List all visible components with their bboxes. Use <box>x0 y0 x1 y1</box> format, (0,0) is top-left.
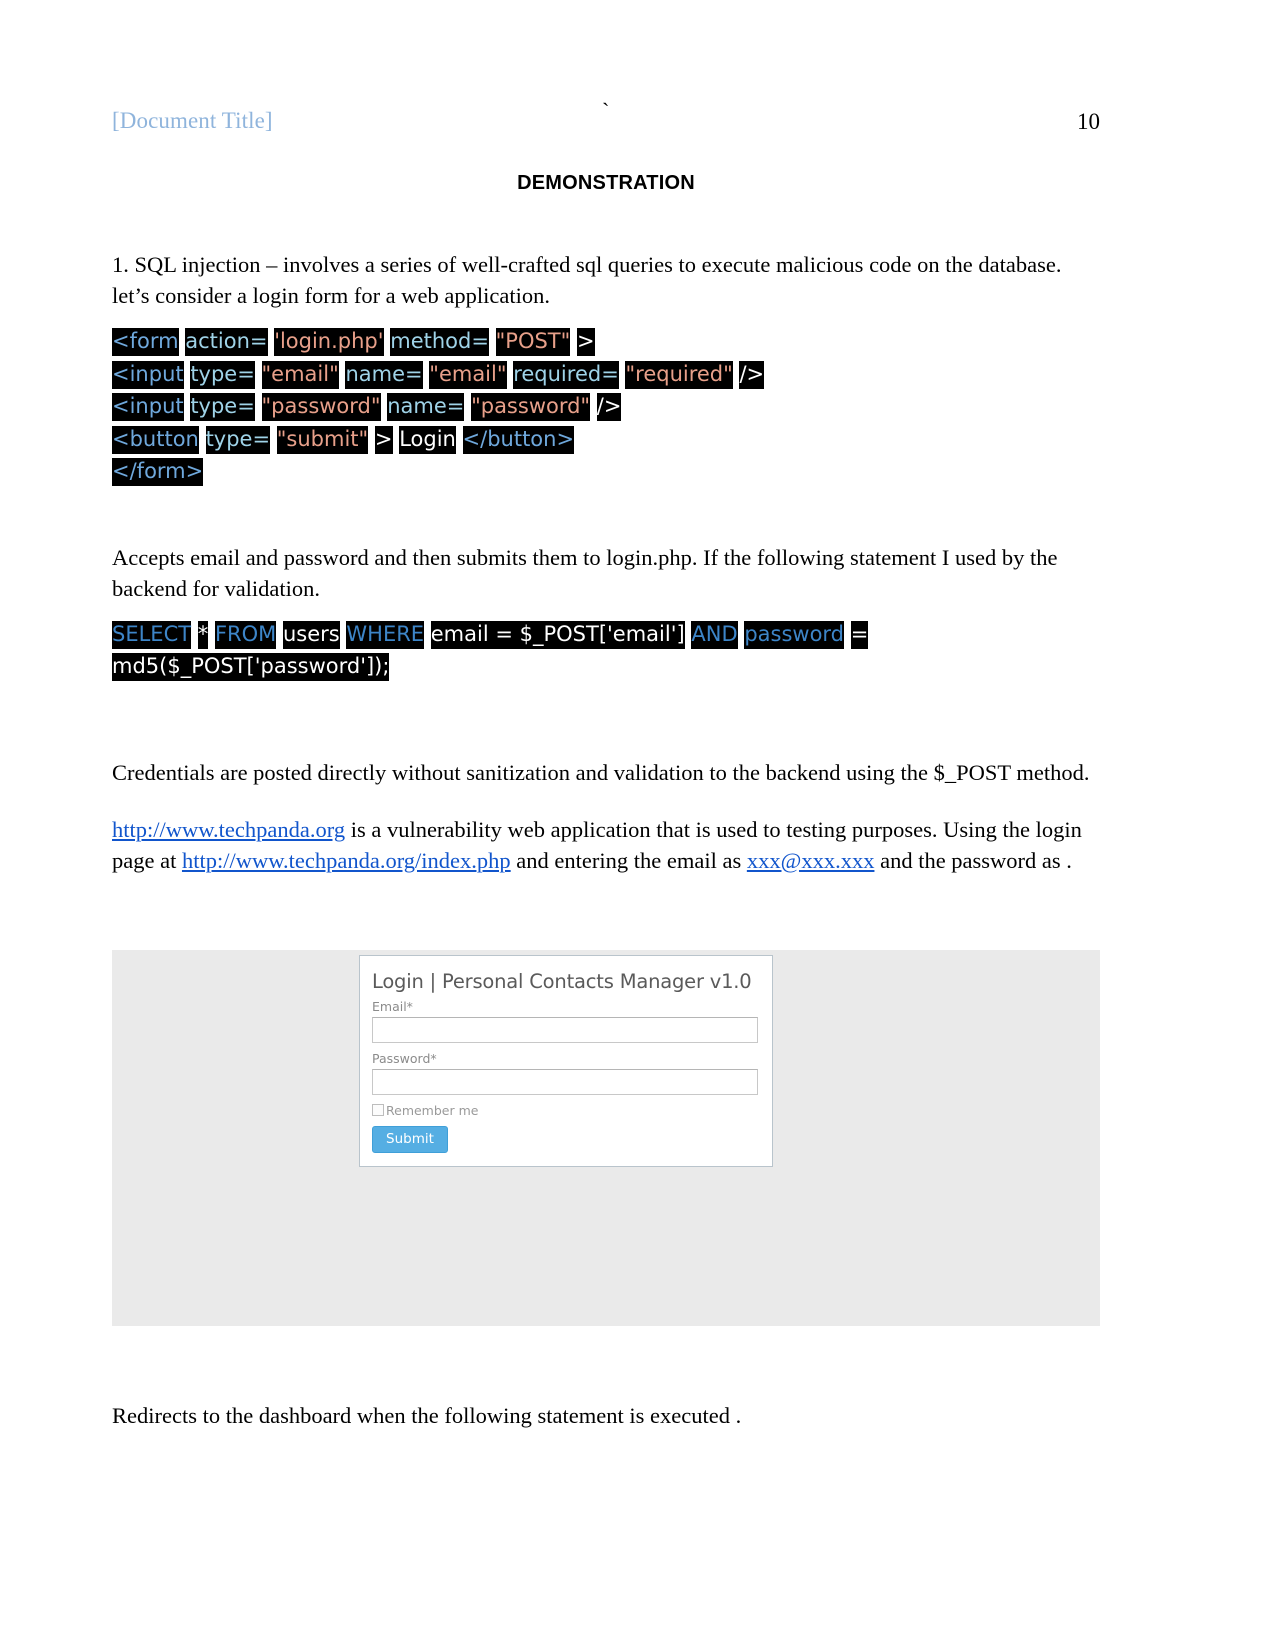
links-text-2: and entering the email as <box>510 847 747 873</box>
sql-md5-expression: md5($_POST['password']); <box>112 653 390 681</box>
password-field-label: Password* <box>372 1050 437 1066</box>
sql-star: * <box>197 620 209 649</box>
closing-paragraph: Redirects to the dashboard when the foll… <box>112 1402 742 1428</box>
checkbox-icon[interactable] <box>372 1104 384 1116</box>
code-value-type-email: "email" <box>261 360 339 389</box>
code-attr-required: required= <box>513 360 619 389</box>
code-attr-action: action= <box>185 328 268 356</box>
email-input[interactable] <box>372 1016 758 1043</box>
login-screenshot-image: Login | Personal Contacts Manager v1.0 E… <box>112 949 1100 1326</box>
page-content: [Document Title] ` 10 DEMONSTRATION 1. S… <box>112 0 1100 1431</box>
links-text-3: and the password as . <box>874 847 1072 873</box>
code-attr-type-email: type= <box>190 360 255 389</box>
login-form-card: Login | Personal Contacts Manager v1.0 E… <box>359 954 773 1167</box>
code-selfclose-3: /> <box>596 393 622 421</box>
credentials-paragraph: Credentials are posted directly without … <box>112 759 1090 785</box>
code-line-3: <input type= "password" name= "password"… <box>112 390 1100 423</box>
code-tag-form-close: </form> <box>112 458 204 486</box>
code-attr-name-email: name= <box>345 360 423 389</box>
code-attr-type-password: type= <box>190 393 255 421</box>
email-field-label: Email* <box>372 998 413 1014</box>
sql-column-password: password <box>744 620 845 649</box>
links-paragraph: http://www.techpanda.org is a vulnerabil… <box>112 814 1100 876</box>
code-attr-method: method= <box>390 328 489 356</box>
remember-me-label: Remember me <box>386 1102 479 1118</box>
sql-code-block: SELECT * FROM users WHERE email = $_POST… <box>112 618 1100 683</box>
sql-keyword-where: WHERE <box>346 620 425 649</box>
code-tag-button-close: </button> <box>462 425 575 454</box>
code-line-4: <button type= "submit" > Login </button> <box>112 423 1100 456</box>
header-center-mark: ` <box>602 98 610 123</box>
password-input[interactable] <box>372 1068 758 1095</box>
code-attr-type-submit: type= <box>205 425 271 454</box>
code-bracket-close-4: > <box>374 425 393 454</box>
sql-condition-email: email = $_POST['email'] <box>430 620 685 649</box>
code-line-1: <form action= 'login.php' method= "POST"… <box>112 325 1100 358</box>
code-value-type-submit: "submit" <box>276 425 369 454</box>
sql-keyword-and: AND <box>691 620 738 649</box>
sql-keyword-from: FROM <box>214 620 277 649</box>
code-value-required: "required" <box>625 360 733 389</box>
document-page: [Document Title] ` 10 DEMONSTRATION 1. S… <box>0 0 1275 1651</box>
page-number: 10 <box>1077 109 1100 134</box>
code-tag-form-open: <form <box>112 328 179 356</box>
code-tag-input-password: <input <box>112 393 184 421</box>
code-value-method: "POST" <box>495 328 571 356</box>
code-bracket-close-1: > <box>576 328 595 356</box>
sql-table-name: users <box>282 620 340 649</box>
section-heading: DEMONSTRATION <box>517 172 695 194</box>
code-tag-button-open: <button <box>112 425 199 454</box>
sql-line-1: SELECT * FROM users WHERE email = $_POST… <box>112 618 1100 651</box>
code-line-2: <input type= "email" name= "email" requi… <box>112 358 1100 391</box>
code-value-name-email: "email" <box>429 360 507 389</box>
document-title: [Document Title] <box>112 108 273 133</box>
html-code-block: <form action= 'login.php' method= "POST"… <box>112 325 1100 488</box>
link-techpanda-index[interactable]: http://www.techpanda.org/index.php <box>182 848 511 873</box>
submit-button[interactable]: Submit <box>372 1125 448 1153</box>
remember-me-row[interactable]: Remember me <box>372 1103 758 1118</box>
code-attr-name-password: name= <box>387 393 465 421</box>
login-form-title: Login | Personal Contacts Manager v1.0 <box>372 969 752 993</box>
link-email-address[interactable]: xxx@xxx.xxx <box>747 848 875 873</box>
code-selfclose-2: /> <box>739 360 765 389</box>
sql-equals: = <box>850 620 869 649</box>
page-header: [Document Title] ` 10 <box>112 98 1100 154</box>
middle-paragraph: Accepts email and password and then subm… <box>112 544 1058 601</box>
sql-line-2: md5($_POST['password']); <box>112 650 1100 683</box>
code-value-name-password: "password" <box>471 393 591 421</box>
code-tag-input-email: <input <box>112 360 184 389</box>
link-techpanda-home[interactable]: http://www.techpanda.org <box>112 817 345 842</box>
code-button-text: Login <box>399 425 456 454</box>
code-value-type-password: "password" <box>261 393 381 421</box>
intro-paragraph: 1. SQL injection – involves a series of … <box>112 252 1062 308</box>
code-line-5: </form> <box>112 455 1100 488</box>
sql-keyword-select: SELECT <box>112 620 192 649</box>
code-value-action: 'login.php' <box>274 328 384 356</box>
